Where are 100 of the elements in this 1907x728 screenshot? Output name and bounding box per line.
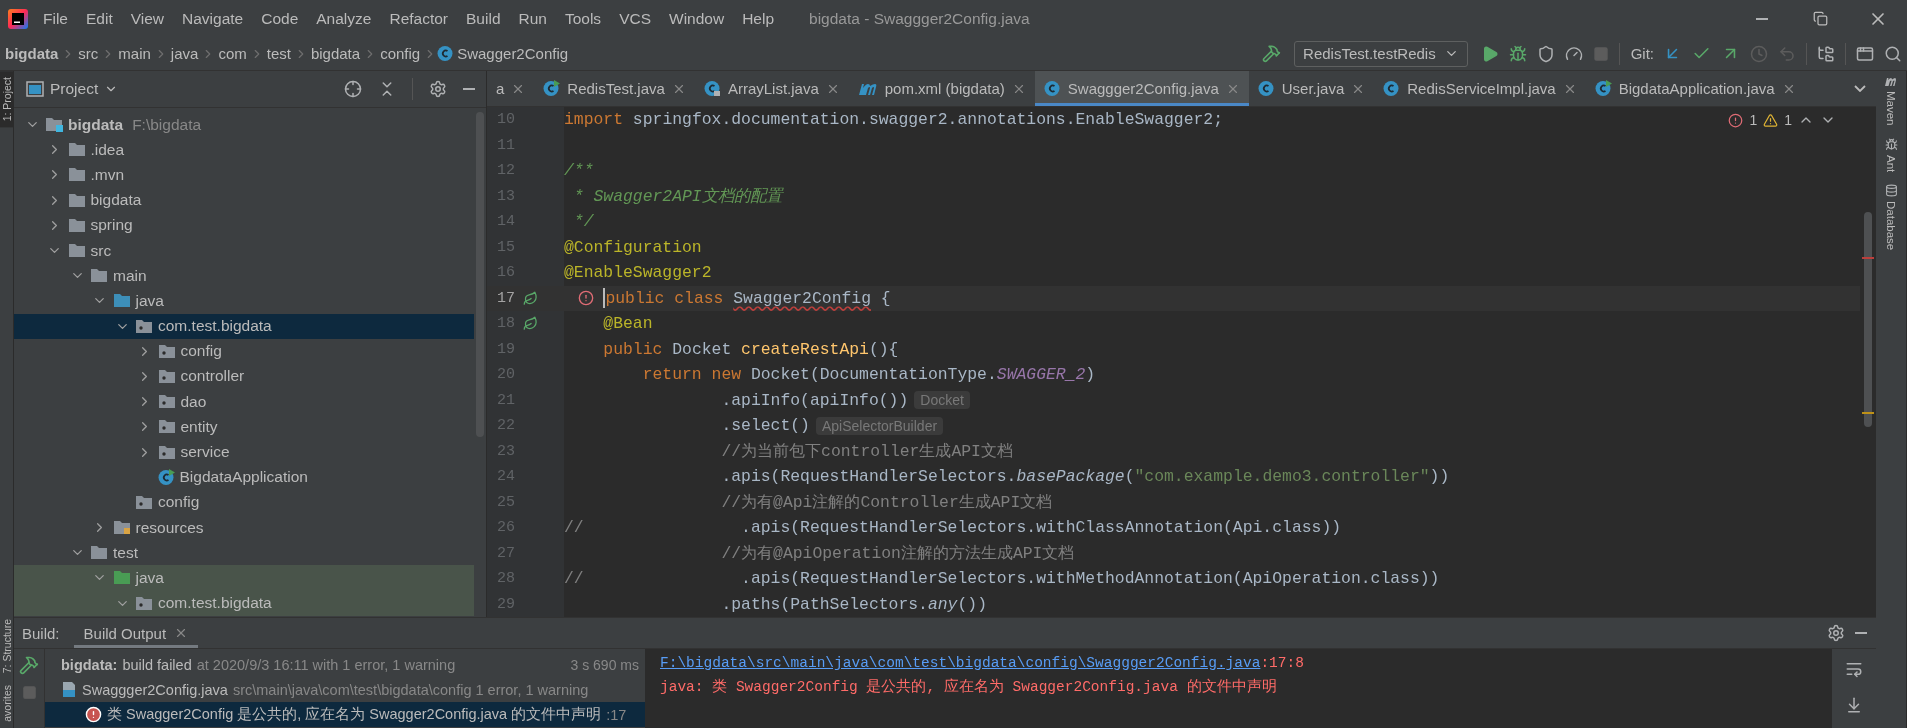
tree-row[interactable]: entity: [14, 414, 474, 440]
editor-tab[interactable]: pom.xml (bigdata): [848, 71, 1035, 106]
tree-row[interactable]: bigdata F:\bigdata: [14, 112, 474, 138]
menu-item[interactable]: Code: [252, 9, 308, 28]
class-icon: [703, 80, 721, 97]
tree-item-label: BigdataApplication: [179, 468, 308, 487]
breadcrumb[interactable]: config: [377, 45, 424, 62]
tree-row[interactable]: BigdataApplication: [14, 464, 474, 490]
type-hint: Docket: [914, 391, 970, 410]
maven-icon: [857, 81, 878, 96]
tree-item-label: config: [180, 342, 222, 361]
tree-row[interactable]: service: [14, 439, 474, 465]
menu-item[interactable]: Edit: [77, 9, 122, 28]
tree-row[interactable]: .idea: [14, 137, 474, 163]
tool-window-tab[interactable]: Database: [1876, 177, 1906, 257]
editor-tab[interactable]: RedisServiceImpl.java: [1374, 71, 1586, 106]
git-label: Git:: [1630, 45, 1654, 62]
editor-tab[interactable]: a: [487, 71, 535, 106]
editor-tab[interactable]: User.java: [1248, 71, 1375, 106]
tree-row[interactable]: com.test.bigdata: [14, 313, 474, 339]
tree-item-label: entity: [180, 417, 218, 436]
warning-count[interactable]: 1: [1784, 112, 1792, 128]
breadcrumb[interactable]: test: [263, 45, 294, 62]
tree-row[interactable]: com.test.bigdata: [14, 590, 474, 616]
breadcrumb[interactable]: bigdata: [307, 45, 364, 62]
tree-row[interactable]: .mvn: [14, 162, 474, 188]
menu-item[interactable]: VCS: [610, 9, 660, 28]
minimize-icon: [1756, 17, 1768, 20]
menu-item[interactable]: Run: [509, 9, 556, 28]
tree-row[interactable]: bigdata: [14, 187, 474, 213]
editor-tab[interactable]: ArrayList.java: [694, 71, 849, 106]
tool-window-tab[interactable]: Ant: [1876, 131, 1906, 178]
tree-item-label: java: [135, 291, 164, 310]
tree-row[interactable]: spring: [14, 212, 474, 238]
tree-row[interactable]: dao: [14, 389, 474, 415]
menu-item[interactable]: Window: [660, 9, 734, 28]
undo-icon: [1778, 44, 1796, 63]
menu-item[interactable]: Tools: [555, 9, 611, 28]
tree-row[interactable]: src: [14, 237, 474, 264]
code-line: public class Swagger2Config {: [605, 288, 891, 308]
menu-item[interactable]: Analyze: [307, 9, 381, 28]
error-bulb-icon[interactable]: [578, 290, 594, 307]
code-line: public Docket createRestApi(){: [602, 339, 899, 359]
menu-item[interactable]: Help: [733, 9, 784, 28]
tree-row[interactable]: config: [14, 338, 474, 364]
breadcrumb[interactable]: java: [167, 45, 202, 62]
folder-icon: [90, 545, 108, 561]
editor-tab[interactable]: BigdataApplication.java: [1585, 71, 1805, 106]
warning-icon: [1763, 112, 1779, 128]
project-view-dropdown[interactable]: Project: [22, 80, 123, 98]
panel-tab[interactable]: Build Output: [73, 618, 199, 648]
tree-row[interactable]: test: [14, 540, 474, 566]
file-link[interactable]: F:\bigdata\src\main\java\com\test\bigdata\config\Swaggger2Config.java: [660, 655, 1261, 671]
code-line: * Swagger2API文档的配置: [572, 186, 782, 208]
hammer-icon[interactable]: [19, 655, 39, 675]
menu-item[interactable]: Refactor: [380, 9, 458, 28]
tree-row[interactable]: java: [14, 288, 474, 314]
menu-item[interactable]: Build: [457, 9, 510, 28]
code-line: */: [572, 212, 594, 232]
error-message: 类 Swagger2Config 是公共的, 应在名为 Swagger2Config.java 的文件中声明: [107, 705, 602, 724]
tree-row[interactable]: main: [14, 263, 474, 289]
leaf-icon[interactable]: [522, 290, 538, 306]
breadcrumb[interactable]: src: [75, 45, 102, 62]
app-logo-icon[interactable]: [8, 8, 28, 29]
leaf-icon[interactable]: [522, 316, 538, 332]
chevron-down-icon: [1854, 85, 1866, 92]
breadcrumb[interactable]: main: [115, 45, 154, 62]
editor-tab[interactable]: RedisTest.java: [534, 71, 695, 106]
breadcrumb[interactable]: bigdata: [2, 45, 62, 62]
folder-icon: [157, 419, 176, 435]
code-line: .paths(PathSelectors.any()): [720, 594, 987, 614]
panel-title: Build:: [22, 624, 60, 642]
build-file[interactable]: Swaggger2Config.java: [82, 681, 228, 698]
run-config-dropdown[interactable]: RedisTest.testRedis: [1294, 40, 1468, 67]
breadcrumb[interactable]: Swagger2Config: [454, 45, 572, 62]
editor-tab[interactable]: Swaggger2Config.java: [1034, 71, 1249, 106]
scrollbar[interactable]: [1864, 212, 1872, 427]
folder-icon: [157, 394, 176, 410]
folder-icon: [67, 167, 86, 183]
tool-window-tab[interactable]: Maven: [1876, 71, 1906, 132]
build-project[interactable]: bigdata:: [61, 656, 118, 673]
menu-item[interactable]: View: [121, 9, 174, 28]
tool-window-tab[interactable]: avorites: [0, 679, 13, 728]
tree-row[interactable]: controller: [14, 363, 474, 390]
code-line: @Configuration: [564, 237, 702, 257]
tool-window-tab[interactable]: 1: Project: [0, 71, 13, 128]
error-count[interactable]: 1: [1749, 112, 1758, 128]
tool-window-tab[interactable]: 7: Structure: [0, 612, 13, 680]
panel-icon: [26, 81, 44, 97]
code-line: @EnableSwagger2: [564, 263, 712, 283]
build-status: build failed: [122, 656, 192, 673]
menu-item[interactable]: File: [34, 9, 77, 28]
minus-icon: [463, 88, 475, 90]
tree-row[interactable]: java: [14, 565, 474, 591]
menu-item[interactable]: Navigate: [173, 9, 253, 28]
tree-row[interactable]: config: [14, 489, 474, 515]
folder-icon: [135, 595, 153, 611]
tree-row[interactable]: resources: [14, 515, 474, 541]
build-error-row[interactable]: 类 Swagger2Config 是公共的, 应在名为 Swagger2Config.java 的文件中声明 :17: [45, 702, 645, 727]
breadcrumb[interactable]: com: [215, 45, 250, 62]
